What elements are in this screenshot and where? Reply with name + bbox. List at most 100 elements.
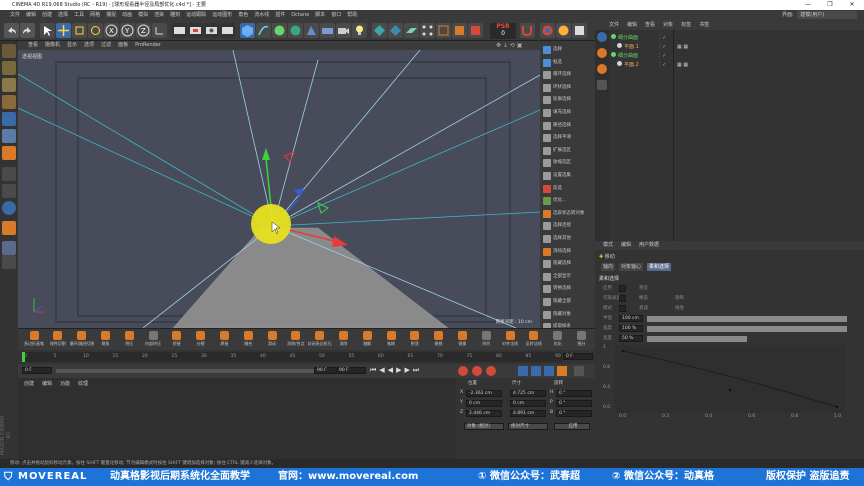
modeling-tool[interactable]: 多边形画笔	[22, 330, 46, 350]
object-row[interactable]: 细分曲面 ⁚ ✓	[611, 52, 666, 60]
points-icon[interactable]	[2, 112, 16, 126]
modeling-tool[interactable]: 细分	[569, 330, 593, 350]
texture-icon[interactable]	[2, 78, 16, 92]
modeling-tool[interactable]: 优化	[546, 330, 570, 350]
attribute-tab[interactable]: 对象轴心	[619, 263, 644, 271]
workplane-left-icon[interactable]	[2, 95, 16, 109]
object-menu-item[interactable]: 文件	[609, 22, 619, 28]
selection-tool-item[interactable]: 隐藏全部	[542, 296, 592, 308]
material-menu-item[interactable]: 编辑	[42, 381, 52, 387]
x-axis-icon[interactable]: X	[104, 23, 119, 38]
modeling-tool[interactable]: 滑动	[260, 330, 284, 350]
modeling-tool[interactable]: 笔刷	[379, 330, 403, 350]
modeling-tool[interactable]: 熨烫	[403, 330, 427, 350]
coord-rotation-field[interactable]: 0 °	[556, 390, 592, 397]
selection-tool-item[interactable]: 路径选择	[542, 120, 592, 132]
modeling-tool[interactable]: 挤压	[117, 330, 141, 350]
polygons-mode-icon[interactable]	[452, 23, 467, 38]
selection-tool-item[interactable]: 扩展选区	[542, 145, 592, 157]
rotation-key-icon[interactable]	[544, 366, 554, 376]
object-menu-item[interactable]: 编辑	[627, 22, 637, 28]
coord-size-field[interactable]: 4.725 cm	[510, 390, 546, 397]
attribute-menu-item[interactable]: 编辑	[621, 242, 631, 248]
render-to-picture-viewer-icon[interactable]	[188, 23, 203, 38]
scale-key-icon[interactable]	[531, 366, 541, 376]
menu-item[interactable]: 动画	[122, 12, 132, 18]
object-row[interactable]: 平面.2 ⁚ ✓ ▦ ▦	[611, 61, 688, 69]
material-menu-item[interactable]: 纹理	[78, 381, 88, 387]
make-editable-icon[interactable]	[2, 44, 16, 58]
selection-tool-item[interactable]: 选择连接	[542, 220, 592, 232]
workplane-icon[interactable]	[404, 23, 419, 38]
texture-mode-icon[interactable]	[388, 23, 403, 38]
menu-item[interactable]: 网格	[90, 12, 100, 18]
plugin-icon[interactable]	[540, 23, 555, 38]
viewport-menu-item[interactable]: 摄像机	[45, 42, 60, 48]
psr-indicator[interactable]: PSR 0	[490, 23, 516, 39]
selection-tool-item[interactable]: 优化...	[542, 195, 592, 207]
selection-tool-item[interactable]: 选择平滑	[542, 132, 592, 144]
coord-rotation-field[interactable]: 0 °	[556, 410, 592, 417]
edges-mode-icon[interactable]	[436, 23, 451, 38]
menu-item[interactable]: 选择	[58, 12, 68, 18]
move-icon[interactable]	[56, 23, 71, 38]
start-frame-field[interactable]: 0 F	[22, 367, 52, 374]
minimize-button[interactable]: —	[800, 0, 816, 10]
transport-buttons[interactable]: ⏮◀◀▶▶⏭	[370, 366, 422, 375]
menu-item[interactable]: 编辑	[26, 12, 36, 18]
selection-tool-item[interactable]: 框选	[542, 57, 592, 69]
object-menu-item[interactable]: 标签	[681, 22, 691, 28]
attribute-checkbox[interactable]	[619, 305, 626, 312]
subdivision-surface-icon[interactable]	[272, 23, 287, 38]
modeling-tool[interactable]: 缝合	[236, 330, 260, 350]
keyframe-selection-icon[interactable]	[486, 366, 496, 376]
undo-icon[interactable]	[4, 23, 19, 38]
selection-tool-item[interactable]: 收缩选区	[542, 157, 592, 169]
modeling-tool[interactable]: 消除/合点	[284, 330, 308, 350]
position-key-icon[interactable]	[518, 366, 528, 376]
modeling-tool[interactable]: 镜像	[450, 330, 474, 350]
selection-tool-item[interactable]: 隐藏对象	[542, 309, 592, 321]
coord-size-mode-select[interactable]: 绝对尺寸	[508, 423, 548, 430]
snap-icon[interactable]	[520, 23, 535, 38]
select-arrow-icon[interactable]	[40, 23, 55, 38]
model-icon[interactable]	[2, 61, 16, 75]
snap-left-icon[interactable]	[2, 201, 16, 215]
coordinate-system-icon[interactable]	[152, 23, 167, 38]
layers-tab-icon[interactable]	[597, 64, 607, 74]
attribute-value-field[interactable]: 50 %	[619, 335, 643, 342]
uv-mode-icon[interactable]	[468, 23, 483, 38]
edit-render-settings-icon[interactable]	[220, 23, 235, 38]
selection-tool-item[interactable]: 选取状态转对象	[542, 208, 592, 220]
light-icon[interactable]	[352, 23, 367, 38]
tag-icons[interactable]: ▦ ▦	[677, 61, 688, 69]
coord-size-field[interactable]: 0 cm	[510, 400, 546, 407]
modeling-tool[interactable]: 封闭多边形孔洞	[308, 330, 332, 350]
menu-item[interactable]: 模拟	[138, 12, 148, 18]
object-menu-item[interactable]: 查看	[645, 22, 655, 28]
visibility-dots-icon[interactable]: ⁚ ✓	[659, 52, 666, 60]
modeling-tool[interactable]: 线性切割	[46, 330, 70, 350]
selection-tool-item[interactable]: 选择其他	[542, 233, 592, 245]
attribute-checkbox[interactable]	[619, 295, 626, 302]
pen-spline-icon[interactable]	[256, 23, 271, 38]
material-menu-item[interactable]: 创建	[24, 381, 34, 387]
object-menu-item[interactable]: 对象	[663, 22, 673, 28]
modeling-tool[interactable]: 焊接	[212, 330, 236, 350]
viewport-nav-icons[interactable]: ✥ ↓ ⟲ ▣	[496, 42, 522, 49]
menu-item[interactable]: 工具	[74, 12, 84, 18]
modeling-tool[interactable]: 桥接	[165, 330, 189, 350]
modeling-tool[interactable]: 对齐法线	[498, 330, 522, 350]
array-icon[interactable]	[288, 23, 303, 38]
visibility-dots-icon[interactable]: ⁚ ✓	[659, 61, 666, 69]
render-view-icon[interactable]	[172, 23, 187, 38]
menu-item[interactable]: 插件	[275, 12, 285, 18]
attribute-slider[interactable]	[647, 316, 847, 322]
modeling-tool[interactable]: 分裂	[189, 330, 213, 350]
menu-item[interactable]: 流水线	[254, 12, 269, 18]
timeline[interactable]: 0 5 10 15 20 25 30 35 40 45 50 55 60 65 70 75 80 85 90 0 F	[18, 350, 595, 364]
y-axis-icon[interactable]: Y	[120, 23, 135, 38]
selection-tool-item[interactable]: 设置选集	[542, 170, 592, 182]
scale-icon[interactable]	[72, 23, 87, 38]
viewport-menu-item[interactable]: 显示	[67, 42, 77, 48]
